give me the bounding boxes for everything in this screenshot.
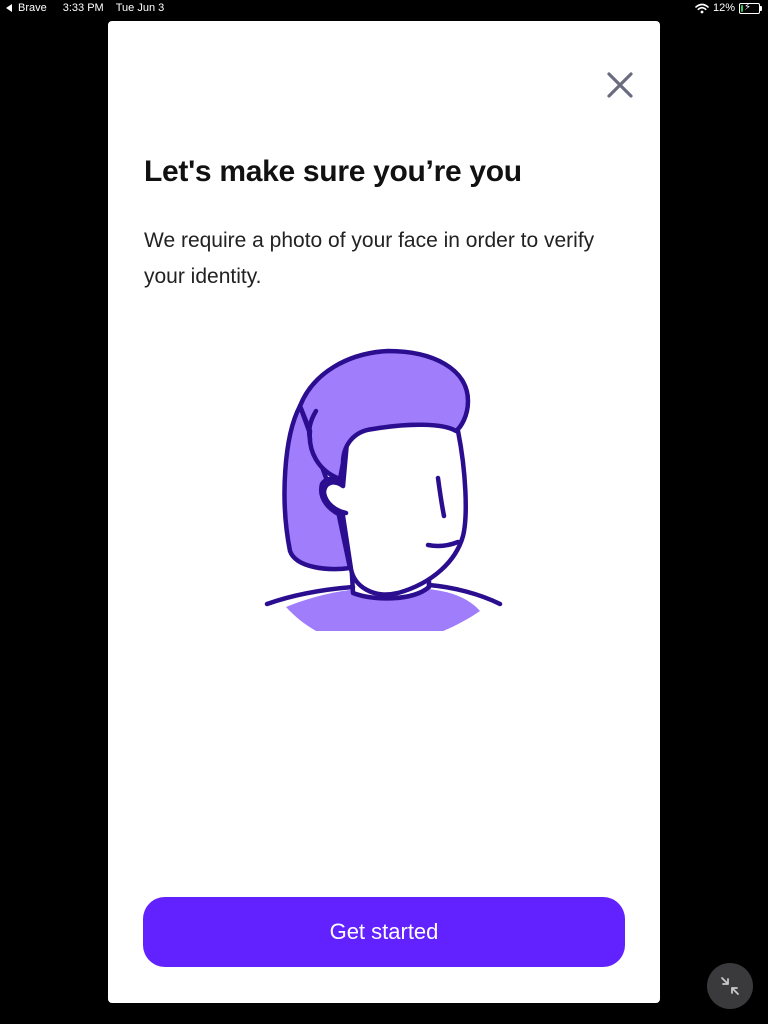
battery-icon: ⚡ xyxy=(739,1,762,14)
close-button[interactable] xyxy=(600,65,640,105)
close-icon[interactable] xyxy=(600,65,640,105)
battery-percent: 12% xyxy=(712,2,735,14)
verification-modal: Let's make sure you’re you We require a … xyxy=(108,21,660,1003)
back-app-label[interactable]: Brave xyxy=(18,2,47,14)
status-right: 12% ⚡ xyxy=(691,1,762,14)
charging-bolt-icon: ⚡ xyxy=(744,1,752,13)
get-started-button[interactable]: Get started xyxy=(143,897,625,967)
status-time: 3:33 PM xyxy=(62,2,104,14)
wifi-icon xyxy=(695,3,709,13)
face-avatar-illustration xyxy=(264,348,503,631)
page-description: We require a photo of your face in order… xyxy=(144,229,595,288)
status-bar: Brave 3:33 PM Tue Jun 3 12% ⚡ xyxy=(0,0,768,18)
minimize-arrows-icon[interactable] xyxy=(720,976,740,996)
status-date: Tue Jun 3 xyxy=(115,2,165,14)
battery-level xyxy=(741,4,744,12)
status-left: Brave 3:33 PM Tue Jun 3 xyxy=(6,2,170,14)
page-title: Let's make sure you’re you xyxy=(144,155,522,188)
minimize-button[interactable] xyxy=(707,963,753,1009)
back-arrow-icon[interactable] xyxy=(6,4,12,12)
